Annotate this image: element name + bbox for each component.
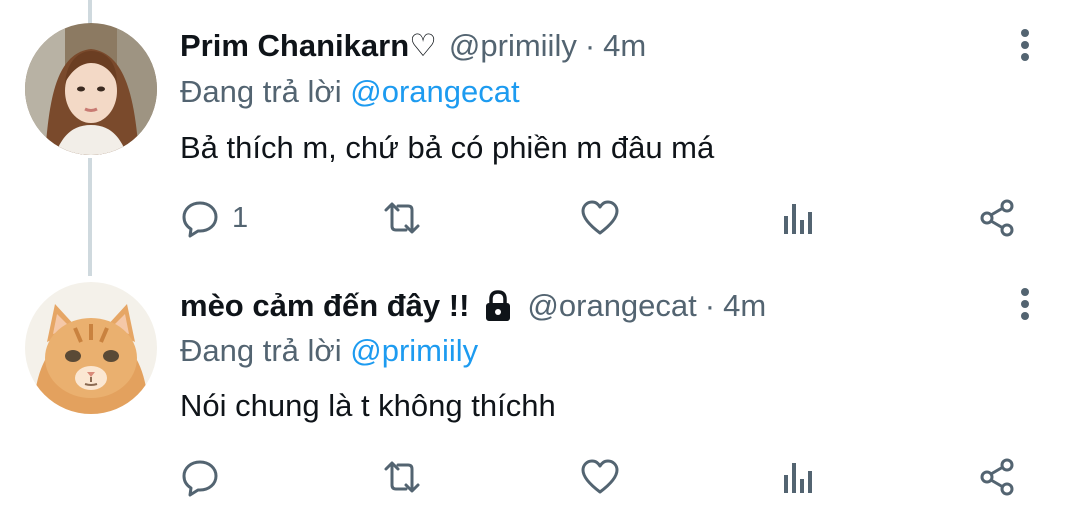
- more-icon[interactable]: [1010, 25, 1040, 65]
- share-button[interactable]: [978, 196, 1018, 240]
- reply-button[interactable]: [180, 455, 220, 499]
- retweet-icon: [384, 461, 420, 493]
- share-icon: [980, 458, 1014, 496]
- retweet-icon: [384, 202, 420, 234]
- display-name[interactable]: mèo cảm đến đây !!: [180, 286, 469, 326]
- reply-icon: [182, 460, 218, 497]
- avatar[interactable]: [25, 282, 157, 414]
- tweet-text: Nói chung là t không thíchh: [180, 388, 556, 423]
- avatar[interactable]: [25, 23, 157, 155]
- more-icon[interactable]: [1010, 284, 1040, 324]
- reply-context: Đang trả lời @orangecat: [180, 72, 520, 112]
- tweet[interactable]: mèo cảm đến đây !! @orangecat · 4m Đang …: [0, 260, 1080, 512]
- analytics-button[interactable]: [780, 455, 816, 499]
- timestamp[interactable]: 4m: [723, 286, 766, 326]
- user-handle[interactable]: @primiily: [449, 26, 577, 66]
- retweet-button[interactable]: [380, 455, 424, 499]
- girl-portrait-image: [25, 23, 157, 155]
- display-name[interactable]: Prim Chanikarn♡: [180, 26, 437, 66]
- analytics-icon: [784, 204, 812, 234]
- separator-dot: ·: [584, 28, 596, 63]
- like-icon: [581, 200, 619, 235]
- reply-icon: [182, 201, 218, 238]
- share-button[interactable]: [978, 455, 1018, 499]
- tweet-text: Bả thích m, chứ bả có phiền m đâu má: [180, 130, 715, 165]
- user-handle[interactable]: @orangecat: [527, 286, 696, 326]
- lock-icon: [486, 290, 511, 321]
- analytics-icon: [784, 463, 812, 493]
- tweet-header: Prim Chanikarn♡ @primiily · 4m: [180, 26, 646, 66]
- reply-mention-link[interactable]: @primiily: [350, 333, 478, 368]
- tweet[interactable]: Prim Chanikarn♡ @primiily · 4m Đang trả …: [0, 0, 1080, 260]
- like-icon: [581, 459, 619, 494]
- like-button[interactable]: [580, 196, 620, 240]
- reply-mention-link[interactable]: @orangecat: [350, 74, 519, 109]
- like-button[interactable]: [580, 455, 620, 499]
- retweet-button[interactable]: [380, 196, 424, 240]
- reply-context: Đang trả lời @primiily: [180, 331, 478, 371]
- share-icon: [980, 199, 1014, 237]
- orange-cat-image: [25, 282, 157, 414]
- analytics-button[interactable]: [780, 196, 816, 240]
- timestamp[interactable]: 4m: [603, 26, 646, 66]
- reply-button[interactable]: 1: [180, 196, 248, 240]
- reply-count: 1: [232, 201, 249, 234]
- reply-prefix: Đang trả lời: [180, 333, 342, 368]
- tweet-header: mèo cảm đến đây !! @orangecat · 4m: [180, 286, 766, 326]
- reply-prefix: Đang trả lời: [180, 74, 342, 109]
- separator-dot: ·: [704, 288, 716, 323]
